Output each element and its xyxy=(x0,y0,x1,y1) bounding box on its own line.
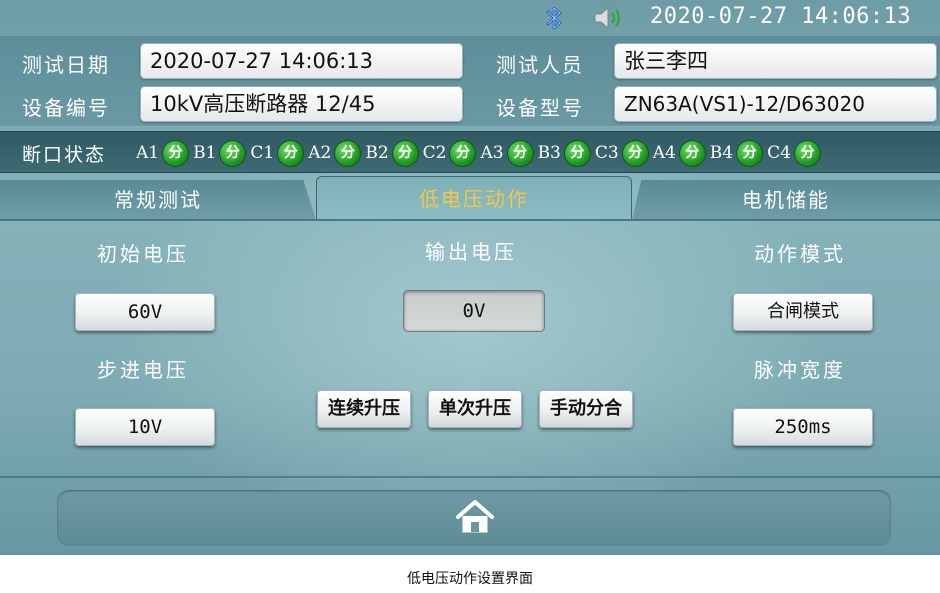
datetime-display: 2020-07-27 14:06:13 xyxy=(650,4,912,29)
tab-motor-storage[interactable]: 电机储能 xyxy=(632,180,940,220)
phase-name: A4 xyxy=(652,143,676,163)
phase-state-led: 分 xyxy=(450,140,476,166)
speaker-icon xyxy=(594,6,621,30)
phase-name: C2 xyxy=(422,143,447,163)
breaker-state-label: 断口状态 xyxy=(22,144,107,166)
phase-indicator-c1: C1 分 xyxy=(250,140,304,166)
phase-name: B1 xyxy=(193,143,217,163)
action-mode-button[interactable]: 合闸模式 xyxy=(733,293,873,331)
tester-field[interactable]: 张三李四 xyxy=(614,43,937,79)
phase-state-led: 分 xyxy=(163,140,189,166)
pulse-width-button[interactable]: 250ms xyxy=(733,408,873,446)
initial-voltage-label: 初始电压 xyxy=(97,242,189,266)
phase-state-led: 分 xyxy=(737,140,763,166)
phase-name: B4 xyxy=(709,143,734,163)
pulse-width-label: 脉冲宽度 xyxy=(754,358,846,382)
tester-label: 测试人员 xyxy=(496,53,584,77)
home-icon[interactable] xyxy=(455,498,495,536)
tab-divider xyxy=(0,219,940,221)
phase-indicator-a3: A3 分 xyxy=(480,140,533,166)
header-info-panel: 测试日期 2020-07-27 14:06:13 测试人员 张三李四 设备编号 … xyxy=(0,36,940,126)
test-date-label: 测试日期 xyxy=(22,53,110,77)
phase-indicator-a1: A1 分 xyxy=(136,140,189,166)
phase-indicator-a4: A4 分 xyxy=(652,140,705,166)
phase-indicator-b3: B3 分 xyxy=(537,140,590,166)
single-boost-button[interactable]: 单次升压 xyxy=(428,390,522,428)
phase-indicator-c4: C4 分 xyxy=(767,140,820,166)
tab-bar: 常规测试 电机储能 低电压动作 xyxy=(0,176,940,220)
initial-voltage-button[interactable]: 60V xyxy=(75,293,215,331)
bluetooth-icon xyxy=(546,6,562,30)
step-voltage-label: 步进电压 xyxy=(97,358,189,382)
phase-state-led: 分 xyxy=(564,140,590,166)
status-bar: 2020-07-27 14:06:13 xyxy=(0,0,940,36)
phase-state-led: 分 xyxy=(507,140,533,166)
output-voltage-label: 输出电压 xyxy=(425,240,517,264)
device-no-label: 设备编号 xyxy=(22,96,110,120)
bottom-divider xyxy=(0,476,940,478)
phase-name: C3 xyxy=(594,143,619,163)
phase-indicator-list: A1 分 B1 分 C1 分 A2 分 B2 分 C2 分 A3 分 B3 分 C3 分 A4 分 B4 分 C4 分 xyxy=(136,138,820,168)
device-no-field[interactable]: 10kV高压断路器 12/45 xyxy=(140,86,463,122)
tab-normal-test[interactable]: 常规测试 xyxy=(0,180,316,220)
phase-indicator-c3: C3 分 xyxy=(594,140,648,166)
phase-state-led: 分 xyxy=(278,140,304,166)
action-mode-label: 动作模式 xyxy=(754,242,846,266)
phase-name: C4 xyxy=(767,143,791,163)
breaker-state-row: 断口状态 A1 分 B1 分 C1 分 A2 分 B2 分 C2 分 A3 分 B3 分 C3 分 A4 分 B4 分 C4… xyxy=(0,131,940,173)
phase-name: C1 xyxy=(250,143,275,163)
test-date-field[interactable]: 2020-07-27 14:06:13 xyxy=(140,43,463,79)
phase-indicator-b1: B1 分 xyxy=(193,140,246,166)
device-model-field[interactable]: ZN63A(VS1)-12/D63020 xyxy=(614,86,937,122)
tab-low-voltage-action[interactable]: 低电压动作 xyxy=(316,176,632,220)
phase-state-led: 分 xyxy=(335,140,361,166)
phase-state-led: 分 xyxy=(622,140,648,166)
phase-name: B2 xyxy=(365,143,389,163)
phase-indicator-b4: B4 分 xyxy=(709,140,763,166)
phase-indicator-c2: C2 分 xyxy=(422,140,476,166)
phase-name: B3 xyxy=(537,143,561,163)
phase-name: A3 xyxy=(480,143,504,163)
phase-indicator-a2: A2 分 xyxy=(308,140,361,166)
phase-name: A1 xyxy=(136,143,160,163)
phase-state-led: 分 xyxy=(679,140,705,166)
phase-indicator-b2: B2 分 xyxy=(365,140,418,166)
device-screen: 2020-07-27 14:06:13 测试日期 2020-07-27 14:0… xyxy=(0,0,940,555)
phase-state-led: 分 xyxy=(392,140,418,166)
output-voltage-display: 0V xyxy=(404,291,544,331)
phase-state-led: 分 xyxy=(794,140,820,166)
figure-caption: 低电压动作设置界面 xyxy=(407,571,533,587)
step-voltage-button[interactable]: 10V xyxy=(75,408,215,446)
phase-name: A2 xyxy=(308,143,332,163)
continuous-boost-button[interactable]: 连续升压 xyxy=(317,390,411,428)
manual-open-close-button[interactable]: 手动分合 xyxy=(539,390,633,428)
device-model-label: 设备型号 xyxy=(496,96,584,120)
phase-state-led: 分 xyxy=(220,140,246,166)
